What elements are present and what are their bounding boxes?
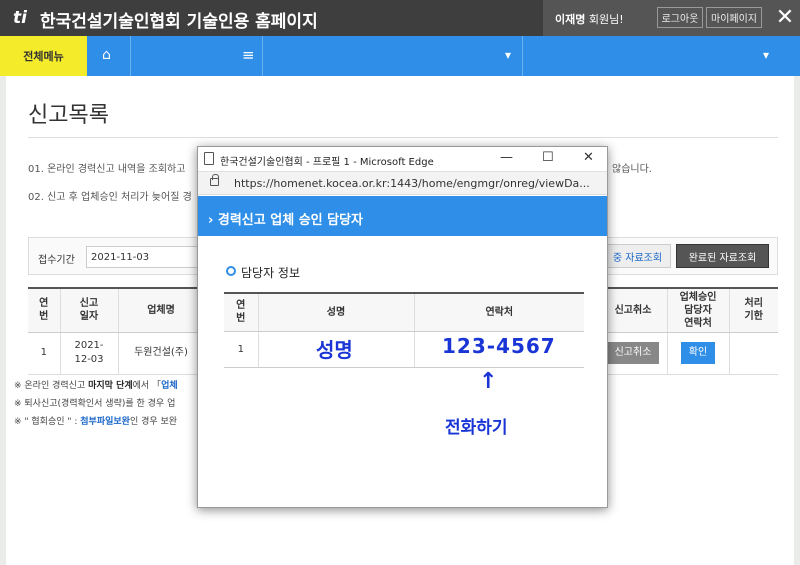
popup-window: 한국건설기술인협회 - 프로필 1 - Microsoft Edge — ☐ ✕… bbox=[197, 146, 608, 508]
close-icon[interactable]: ✕ bbox=[773, 4, 797, 30]
footnote-3: ※ " 협회승인 " : 첨부파일보완인 경우 보완 bbox=[14, 417, 178, 427]
col-name: 성명 bbox=[258, 292, 415, 332]
popup-header-title: › 경력신고 업체 승인 담당자 bbox=[208, 213, 364, 228]
col-no: 연 번 bbox=[224, 292, 259, 332]
handwritten-call-note: 전화하기 bbox=[445, 418, 508, 438]
nav-divider bbox=[522, 36, 523, 76]
divider bbox=[28, 137, 778, 138]
nav-divider bbox=[130, 36, 131, 76]
col-company: 업체명 bbox=[118, 287, 205, 333]
all-menu-button[interactable]: 전체메뉴 bbox=[0, 36, 87, 76]
footnote-2: ※ 퇴사신고(경력확인서 생략)를 한 경우 업 bbox=[14, 399, 176, 409]
menu-icon[interactable]: ≡ bbox=[242, 46, 255, 64]
col-cancel: 신고취소 bbox=[599, 287, 668, 333]
handwritten-name: 성명 bbox=[316, 338, 353, 362]
row-no: 1 bbox=[224, 331, 259, 368]
row-deadline bbox=[729, 332, 778, 375]
row-no: 1 bbox=[28, 332, 61, 375]
col-no: 연 번 bbox=[28, 287, 61, 333]
col-date: 신고 일자 bbox=[60, 287, 119, 333]
row-date: 2021- 12-03 bbox=[60, 332, 119, 375]
bullet-icon bbox=[226, 266, 236, 276]
mypage-button[interactable]: 마이페이지 bbox=[706, 7, 762, 28]
chevron-down-icon[interactable]: ▾ bbox=[505, 48, 511, 62]
row-cancel-cell: 신고취소 bbox=[599, 332, 668, 375]
minimize-icon[interactable]: — bbox=[500, 150, 513, 165]
note-1: 01. 온라인 경력신고 내역을 조회하고 bbox=[28, 164, 186, 175]
handwritten-phone: 123-4567 bbox=[442, 334, 556, 358]
logout-button[interactable]: 로그아웃 bbox=[657, 7, 703, 28]
footnote-1: ※ 온라인 경력신고 마지막 단계에서 「업체 bbox=[14, 381, 178, 391]
lock-icon bbox=[210, 174, 219, 186]
row-company: 두원건설(주) bbox=[118, 332, 205, 375]
maximize-icon[interactable]: ☐ bbox=[542, 150, 554, 165]
arrow-up-icon: ↑ bbox=[479, 369, 498, 394]
inprogress-search-button[interactable]: 중 자료조회 bbox=[604, 244, 671, 268]
period-label: 접수기간 bbox=[38, 255, 75, 266]
start-date-input[interactable] bbox=[86, 246, 198, 268]
note-2: 02. 신고 후 업체승인 처리가 늦어질 경 bbox=[28, 192, 192, 203]
nav-divider bbox=[262, 36, 263, 76]
row-contact-cell: 확인 bbox=[667, 332, 730, 375]
cancel-report-button[interactable]: 신고취소 bbox=[606, 342, 660, 364]
completed-search-button[interactable]: 완료된 자료조회 bbox=[676, 244, 769, 268]
col-deadline: 처리 기한 bbox=[729, 287, 778, 333]
col-contact: 업체승인 담당자 연락처 bbox=[667, 287, 730, 333]
user-name: 이재명 bbox=[555, 13, 586, 26]
close-icon[interactable]: ✕ bbox=[583, 150, 594, 165]
site-title: 한국건설기술인협회 기술인용 홈페이지 bbox=[40, 12, 318, 32]
logo-icon[interactable]: ti bbox=[6, 5, 34, 31]
chevron-down-icon[interactable]: ▾ bbox=[763, 48, 769, 62]
note-1-tail: 않습니다. bbox=[612, 164, 652, 175]
nav-bar bbox=[0, 36, 800, 76]
user-greeting: 이재명 회원님! bbox=[555, 11, 624, 27]
table-header-row: 연 번 성명 연락처 bbox=[224, 292, 584, 332]
address-url[interactable]: https://homenet.kocea.or.kr:1443/home/en… bbox=[234, 177, 590, 190]
confirm-contact-button[interactable]: 확인 bbox=[680, 342, 716, 364]
user-suffix: 회원님! bbox=[585, 13, 624, 26]
page-title: 신고목록 bbox=[28, 103, 109, 128]
document-icon bbox=[204, 152, 214, 165]
home-icon[interactable]: ⌂ bbox=[102, 47, 111, 63]
section-label: 담당자 정보 bbox=[241, 266, 301, 280]
popup-window-title: 한국건설기술인협회 - 프로필 1 - Microsoft Edge bbox=[220, 157, 434, 168]
col-phone: 연락처 bbox=[414, 292, 584, 332]
